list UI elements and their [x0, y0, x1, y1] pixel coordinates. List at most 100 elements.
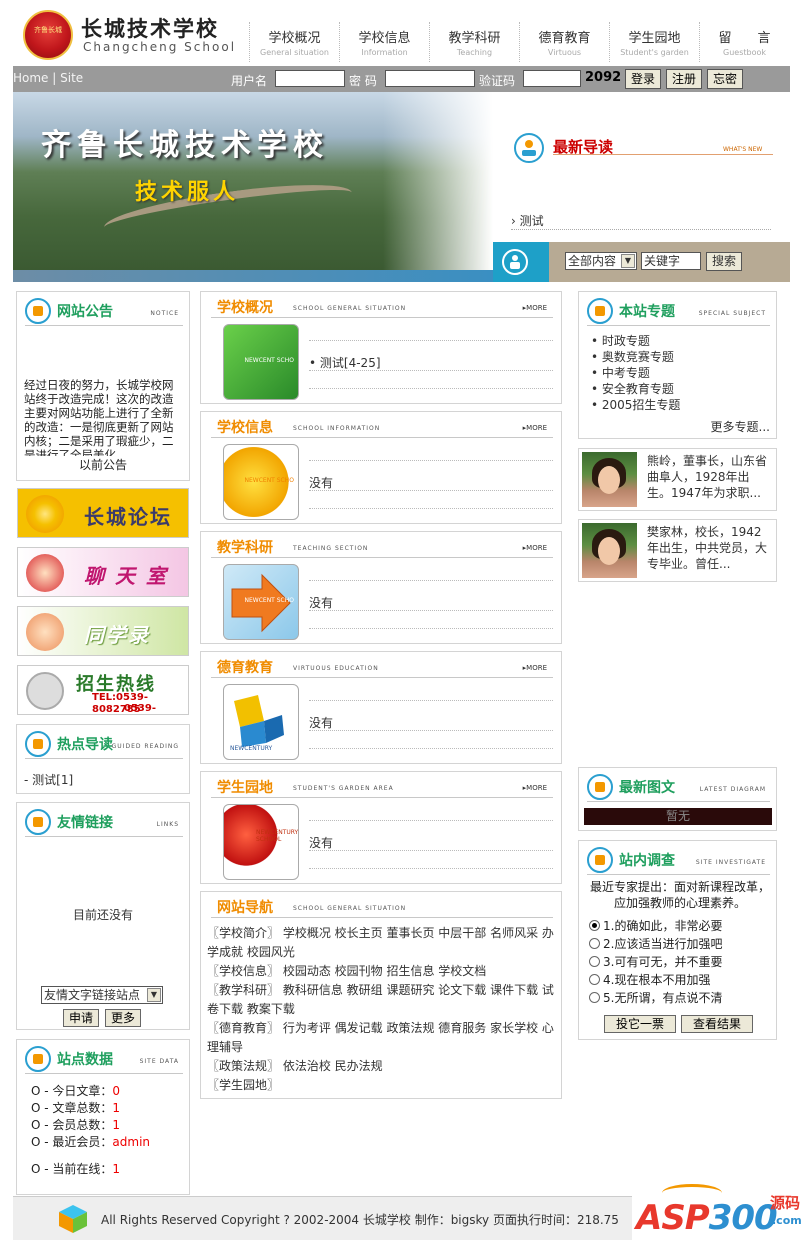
latest-diagram-title-en: LATEST DIAGRAM — [699, 786, 766, 793]
nav-item-virtuous[interactable]: 德育教育 Virtuous — [519, 22, 609, 62]
person-card[interactable]: 熊岭，董事长，山东省曲阜人，1928年出生。1947年为求职... — [578, 448, 777, 511]
nav-item-teaching[interactable]: 教学科研 Teaching — [429, 22, 519, 62]
classmates-banner[interactable]: 同学录 — [17, 606, 189, 656]
hot-reading-box: 热点导读 GUIDED READING - 测试[1] — [16, 724, 190, 794]
section-students-garden: 学生园地 STUDENT'S GARDEN AREA ▸MORE NEWCENT… — [200, 771, 562, 884]
more-link[interactable]: ▸MORE — [523, 304, 547, 312]
survey-option[interactable]: 3.可有可无，并不重要 — [589, 953, 722, 970]
stat-latest-member: O - 最近会员：admin — [31, 1133, 150, 1150]
notice-box: 网站公告 NOTICE 经过日夜的努力，长城学校网站终于改造完成！这次的改造主要… — [16, 291, 190, 481]
section-item[interactable]: • 测试[4-25] — [309, 354, 381, 371]
links-box: 友情链接 LINKS 目前还没有 友情文字链接站点 ▼ 申请 更多 — [16, 802, 190, 1030]
section-title-en: TEACHING SECTION — [293, 545, 369, 552]
site-stats-title: 站点数据 — [57, 1052, 113, 1068]
site-stats-header: 站点数据 SITE DATA — [25, 1046, 183, 1074]
whats-new-item[interactable]: › 测试 — [511, 212, 544, 229]
school-name-cn: 长城技术学校 — [81, 16, 219, 41]
section-title: 学生园地 — [217, 780, 273, 796]
login-button[interactable]: 登录 — [625, 69, 661, 89]
forum-banner[interactable]: 长城论坛 — [17, 488, 189, 538]
divider — [309, 628, 553, 629]
topic-item[interactable]: • 奥数竞赛专题 — [591, 348, 674, 365]
topic-item[interactable]: • 中考专题 — [591, 364, 650, 381]
vote-button[interactable]: 投它一票 — [604, 1015, 676, 1033]
notice-icon — [25, 298, 51, 324]
previous-notices-link[interactable]: 以前公告 — [17, 456, 189, 473]
survey-option[interactable]: 5.无所谓，有点说不清 — [589, 989, 722, 1006]
section-header: 德育教育 VIRTUOUS EDUCATION ▸MORE — [211, 656, 553, 678]
school-seal-logo[interactable]: 齐鲁长城 — [23, 10, 73, 60]
site-stats-title-en: SITE DATA — [139, 1058, 179, 1065]
latest-diagram-icon — [587, 774, 613, 800]
nav-group-virtuous[interactable]: 〖德育教育〗 行为考评 偶发记载 政策法规 德育服务 家长学校 心理辅导 — [207, 1019, 557, 1057]
nav-item-general[interactable]: 学校概况 General situation — [249, 22, 339, 62]
whats-new-panel: 最新导读 WHAT'S NEW › 测试 — [493, 92, 790, 242]
nav-group-students[interactable]: 〖学生园地〗 — [207, 1076, 557, 1095]
nav-group-school-intro[interactable]: 〖学校简介〗 学校概况 校长主页 董事长页 中层干部 名师风采 办学成就 校园风… — [207, 924, 557, 962]
nav-item-guestbook[interactable]: 留 言 Guestbook — [699, 22, 789, 62]
stat-label: O - 会员总数： — [31, 1118, 113, 1132]
links-more-button[interactable]: 更多 — [105, 1009, 141, 1027]
chatroom-banner[interactable]: 聊 天 室 — [17, 547, 189, 597]
admissions-hotline-banner[interactable]: 招生热线 TEL:0539-8082785 0539-8082787 — [17, 665, 189, 715]
nav-sublabel: Student's garden — [620, 48, 689, 57]
search-button[interactable]: 搜索 — [706, 252, 742, 271]
survey-option[interactable]: 2.应该适当进行加强吧 — [589, 935, 722, 952]
chevron-down-icon: ▼ — [621, 254, 635, 268]
vcode-input[interactable] — [523, 70, 581, 87]
topic-item[interactable]: • 安全教育专题 — [591, 380, 674, 397]
section-title: 教学科研 — [217, 540, 273, 556]
login-bar: Home | Site 用户名 密 码 验证码 2092 登录 注册 忘密 — [13, 66, 790, 92]
view-results-button[interactable]: 查看结果 — [681, 1015, 753, 1033]
special-topics-header: 本站专题 SPECIAL SUBJECT — [587, 298, 770, 326]
chatroom-icon — [26, 554, 64, 592]
nav-item-information[interactable]: 学校信息 Information — [339, 22, 429, 62]
hot-reading-title: 热点导读 — [57, 737, 113, 753]
thumbnail-label: NEWCENTURY SCHOOL — [256, 829, 299, 843]
site-link[interactable]: Site — [60, 71, 83, 85]
person-card[interactable]: 樊家林，校长，1942年出生，中共党员，大专毕业。曾任... — [578, 519, 777, 582]
links-select[interactable]: 友情文字链接站点 ▼ — [41, 986, 163, 1004]
topic-item[interactable]: • 时政专题 — [591, 332, 650, 349]
nav-group-teaching[interactable]: 〖教学科研〗 教科研信息 教研组 课题研究 论文下载 课件下载 试卷下载 教案下… — [207, 981, 557, 1019]
survey-option[interactable]: 1.的确如此，非常必要 — [589, 917, 722, 934]
section-thumbnail: NEWCENT SCHO — [223, 324, 299, 400]
links-empty: 目前还没有 — [72, 908, 133, 922]
notice-text: 经过日夜的努力，长城学校网站终于改造完成！这次的改造主要对网站功能上进行了全新的… — [24, 378, 174, 456]
site-navigation-box: 网站导航 SCHOOL GENERAL SITUATION 〖学校简介〗 学校概… — [200, 891, 562, 1099]
main-nav: 学校概况 General situation 学校信息 Information 教学… — [249, 22, 789, 62]
survey-option[interactable]: 4.现在根本不用加强 — [589, 971, 710, 988]
search-input[interactable]: 关键字 — [641, 252, 701, 270]
nav-group-school-info[interactable]: 〖学校信息〗 校园动态 校园刊物 招生信息 学校文档 — [207, 962, 557, 981]
stat-label: O - 文章总数： — [31, 1101, 113, 1115]
forgot-password-button[interactable]: 忘密 — [707, 69, 743, 89]
more-link[interactable]: ▸MORE — [523, 784, 547, 792]
search-scope-select[interactable]: 全部内容 ▼ — [565, 252, 637, 270]
nav-item-students-garden[interactable]: 学生园地 Student's garden — [609, 22, 699, 62]
more-topics-link[interactable]: 更多专题... — [711, 418, 770, 435]
more-label: MORE — [526, 664, 547, 672]
home-link[interactable]: Home — [13, 71, 48, 85]
nav-sublabel: Guestbook — [723, 48, 766, 57]
links-apply-button[interactable]: 申请 — [63, 1009, 99, 1027]
site-survey-box: 站内调查 SITE INVESTIGATE 最近专家提出：面对新课程改革，应加强… — [578, 840, 777, 1040]
more-link[interactable]: ▸MORE — [523, 664, 547, 672]
register-button[interactable]: 注册 — [666, 69, 702, 89]
latest-member-link[interactable]: admin — [112, 1135, 150, 1149]
person-photo — [582, 452, 637, 507]
section-item-label: 测试[4-25] — [319, 356, 381, 370]
nav-group-policy[interactable]: 〖政策法规〗 依法治校 民办法规 — [207, 1057, 557, 1076]
hot-reading-item[interactable]: - 测试[1] — [24, 771, 73, 788]
chevron-down-icon: ▼ — [147, 988, 161, 1002]
password-input[interactable] — [385, 70, 475, 87]
hotline-phone-2: 0539-8082787 — [124, 703, 156, 714]
search-icon — [493, 242, 549, 282]
more-link[interactable]: ▸MORE — [523, 424, 547, 432]
username-input[interactable] — [275, 70, 345, 87]
banner-title: 齐鲁长城技术学校 — [41, 128, 329, 163]
special-topics-title-en: SPECIAL SUBJECT — [698, 310, 766, 317]
more-link[interactable]: ▸MORE — [523, 544, 547, 552]
nav-sublabel: General situation — [260, 48, 329, 57]
stat-value: 0 — [112, 1084, 121, 1098]
topic-item[interactable]: • 2005招生专题 — [591, 396, 680, 413]
